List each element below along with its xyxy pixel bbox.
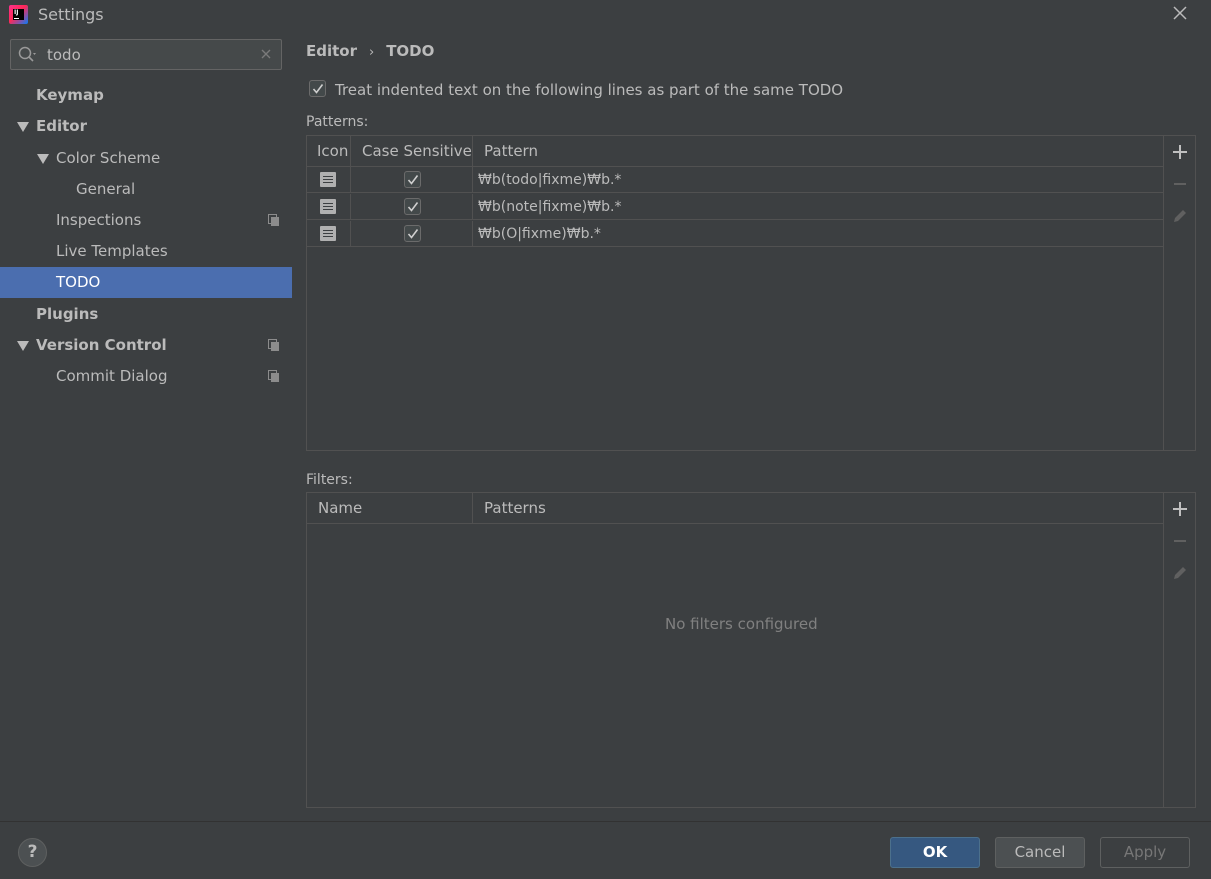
expand-triangle-icon[interactable] bbox=[17, 122, 29, 132]
settings-search-box[interactable] bbox=[10, 39, 282, 70]
treat-indented-checkbox[interactable] bbox=[309, 80, 326, 97]
checkmark-icon bbox=[407, 175, 419, 185]
remove-pattern-button[interactable] bbox=[1170, 174, 1190, 194]
expand-triangle-icon[interactable] bbox=[17, 341, 29, 351]
sidebar-item-label: General bbox=[76, 180, 136, 198]
project-settings-icon bbox=[268, 339, 279, 351]
sidebar-item-todo[interactable]: TODO bbox=[0, 267, 292, 298]
help-button[interactable]: ? bbox=[18, 838, 47, 867]
treat-indented-label[interactable]: Treat indented text on the following lin… bbox=[335, 81, 843, 99]
add-filter-button[interactable] bbox=[1170, 499, 1190, 519]
patterns-table: Icon Case Sensitive Pattern ₩b(todo|fixm… bbox=[306, 135, 1196, 451]
sidebar-item-label: Commit Dialog bbox=[56, 367, 168, 385]
case-sensitive-checkbox[interactable] bbox=[404, 198, 421, 215]
settings-search-input[interactable] bbox=[47, 43, 247, 66]
checkmark-icon bbox=[407, 229, 419, 239]
sidebar-item-label: Version Control bbox=[36, 336, 167, 354]
column-header-name[interactable]: Name bbox=[307, 493, 473, 523]
breadcrumb-separator: › bbox=[369, 45, 375, 60]
column-header-icon[interactable]: Icon bbox=[307, 136, 351, 166]
settings-content-panel: Editor › TODO Treat indented text on the f… bbox=[292, 30, 1211, 821]
patterns-table-header: Icon Case Sensitive Pattern bbox=[307, 136, 1163, 167]
project-settings-icon bbox=[268, 370, 279, 382]
filters-table-header: Name Patterns bbox=[307, 493, 1163, 524]
dialog-footer: ? OK Cancel Apply bbox=[0, 821, 1211, 879]
cancel-button[interactable]: Cancel bbox=[995, 837, 1085, 868]
sidebar-item-editor[interactable]: Editor bbox=[0, 111, 292, 142]
pattern-cell: ₩b(O|fixme)₩b.* bbox=[478, 226, 601, 242]
sidebar-item-live-templates[interactable]: Live Templates bbox=[0, 236, 292, 267]
checkmark-icon bbox=[407, 202, 419, 212]
sidebar-item-label: Color Scheme bbox=[56, 149, 161, 167]
case-sensitive-cell bbox=[351, 194, 473, 220]
add-pattern-button[interactable] bbox=[1170, 142, 1190, 162]
sidebar-item-label: Keymap bbox=[36, 86, 104, 104]
sidebar-item-general[interactable]: General bbox=[0, 174, 292, 205]
title-bar: IJ Settings bbox=[0, 0, 1211, 30]
sidebar-item-version-control[interactable]: Version Control bbox=[0, 330, 292, 361]
pattern-cell: ₩b(todo|fixme)₩b.* bbox=[478, 172, 622, 188]
edit-pattern-button[interactable] bbox=[1170, 206, 1190, 226]
filters-section-label: Filters: bbox=[306, 472, 353, 488]
breadcrumb: Editor › TODO bbox=[306, 42, 434, 60]
table-row[interactable]: ₩b(todo|fixme)₩b.* bbox=[307, 167, 1163, 193]
sidebar-item-keymap[interactable]: Keymap bbox=[0, 80, 292, 111]
column-header-patterns[interactable]: Patterns bbox=[473, 493, 1163, 523]
remove-filter-button[interactable] bbox=[1170, 531, 1190, 551]
sidebar-item-commit-dialog[interactable]: Commit Dialog bbox=[0, 361, 292, 392]
sidebar-item-label: TODO bbox=[56, 273, 101, 291]
todo-pattern-icon bbox=[320, 199, 336, 214]
clear-search-icon[interactable] bbox=[259, 47, 273, 61]
filters-table: Name Patterns No filters configured bbox=[306, 492, 1196, 808]
sidebar-item-label: Editor bbox=[36, 117, 87, 135]
column-header-pattern[interactable]: Pattern bbox=[473, 136, 1163, 166]
settings-sidebar: Keymap Editor Color Scheme General Inspe… bbox=[0, 30, 292, 821]
case-sensitive-cell bbox=[351, 167, 473, 193]
todo-pattern-icon bbox=[320, 172, 336, 187]
close-icon bbox=[1173, 6, 1187, 20]
filters-toolbar bbox=[1163, 493, 1195, 807]
close-button[interactable] bbox=[1168, 0, 1192, 26]
patterns-section-label: Patterns: bbox=[306, 114, 369, 130]
project-settings-icon bbox=[268, 214, 279, 226]
sidebar-item-label: Live Templates bbox=[56, 242, 168, 260]
checkmark-icon bbox=[312, 84, 324, 94]
pattern-icon-cell bbox=[307, 167, 351, 193]
table-row[interactable]: ₩b(O|fixme)₩b.* bbox=[307, 221, 1163, 247]
pattern-icon-cell bbox=[307, 194, 351, 220]
intellij-app-icon: IJ bbox=[9, 5, 28, 24]
case-sensitive-checkbox[interactable] bbox=[404, 171, 421, 188]
sidebar-item-plugins[interactable]: Plugins bbox=[0, 299, 292, 330]
breadcrumb-current: TODO bbox=[386, 42, 435, 60]
sidebar-item-label: Plugins bbox=[36, 305, 99, 323]
pattern-icon-cell bbox=[307, 221, 351, 247]
edit-filter-button[interactable] bbox=[1170, 563, 1190, 583]
case-sensitive-checkbox[interactable] bbox=[404, 225, 421, 242]
window-title: Settings bbox=[38, 5, 104, 24]
patterns-toolbar bbox=[1163, 136, 1195, 450]
table-row[interactable]: ₩b(note|fixme)₩b.* bbox=[307, 194, 1163, 220]
filters-empty-text: No filters configured bbox=[665, 615, 818, 633]
todo-pattern-icon bbox=[320, 226, 336, 241]
breadcrumb-parent[interactable]: Editor bbox=[306, 42, 357, 60]
apply-button[interactable]: Apply bbox=[1100, 837, 1190, 868]
search-icon[interactable] bbox=[18, 46, 40, 64]
sidebar-item-label: Inspections bbox=[56, 211, 142, 229]
expand-triangle-icon[interactable] bbox=[37, 154, 49, 164]
case-sensitive-cell bbox=[351, 221, 473, 247]
sidebar-item-color-scheme[interactable]: Color Scheme bbox=[0, 143, 292, 174]
pattern-cell: ₩b(note|fixme)₩b.* bbox=[478, 199, 622, 215]
ok-button[interactable]: OK bbox=[890, 837, 980, 868]
sidebar-item-inspections[interactable]: Inspections bbox=[0, 205, 292, 236]
column-header-case-sensitive[interactable]: Case Sensitive bbox=[351, 136, 473, 166]
